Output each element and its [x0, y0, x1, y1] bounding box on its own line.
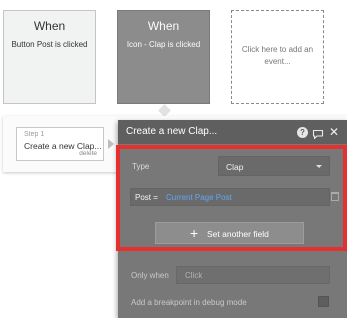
close-icon[interactable]: ✕ — [329, 126, 339, 138]
only-when-field[interactable] — [176, 266, 330, 284]
set-another-field-button[interactable]: + Set another field — [155, 222, 304, 244]
field-assignment-row[interactable]: Post = Current Page Post — [130, 188, 330, 206]
only-when-input[interactable] — [177, 267, 329, 283]
breakpoint-label: Add a breakpoint in debug mode — [131, 298, 247, 307]
event-card-icon-clap[interactable]: When Icon - Clap is clicked — [117, 10, 210, 104]
event-when-label: When — [147, 19, 180, 33]
panel-header: Create a new Clap... ? ✕ — [118, 120, 347, 144]
add-event-card[interactable]: Click here to add an event... — [231, 10, 324, 104]
type-dropdown[interactable]: Clap — [218, 156, 330, 176]
workflow-step-card[interactable]: Step 1 Create a new Clap... delete — [16, 127, 104, 161]
step-delete-link[interactable]: delete — [79, 150, 97, 157]
event-card-button-post[interactable]: When Button Post is clicked — [3, 10, 96, 104]
field-dynamic-value[interactable]: Current Page Post — [166, 193, 232, 202]
type-value: Clap — [226, 162, 244, 172]
trash-icon[interactable] — [331, 192, 339, 201]
selected-event-pointer — [158, 104, 171, 117]
set-another-field-label: Set another field — [207, 229, 269, 239]
panel-title: Create a new Clap... — [126, 126, 218, 137]
add-event-label: Click here to add an event... — [241, 45, 314, 66]
step-number: Step 1 — [24, 131, 45, 138]
help-icon[interactable]: ? — [297, 127, 308, 138]
comment-icon[interactable] — [312, 127, 324, 140]
event-description: Icon - Clap is clicked — [126, 40, 201, 49]
caret-down-icon — [316, 165, 322, 168]
breakpoint-checkbox[interactable] — [318, 296, 329, 307]
plus-icon: + — [190, 225, 199, 241]
only-when-label: Only when — [131, 271, 169, 280]
step-arrow-icon — [108, 139, 114, 149]
field-key: Post = — [135, 193, 158, 202]
event-description: Button Post is clicked — [11, 40, 88, 49]
type-label: Type — [132, 162, 150, 171]
event-when-label: When — [33, 19, 66, 33]
